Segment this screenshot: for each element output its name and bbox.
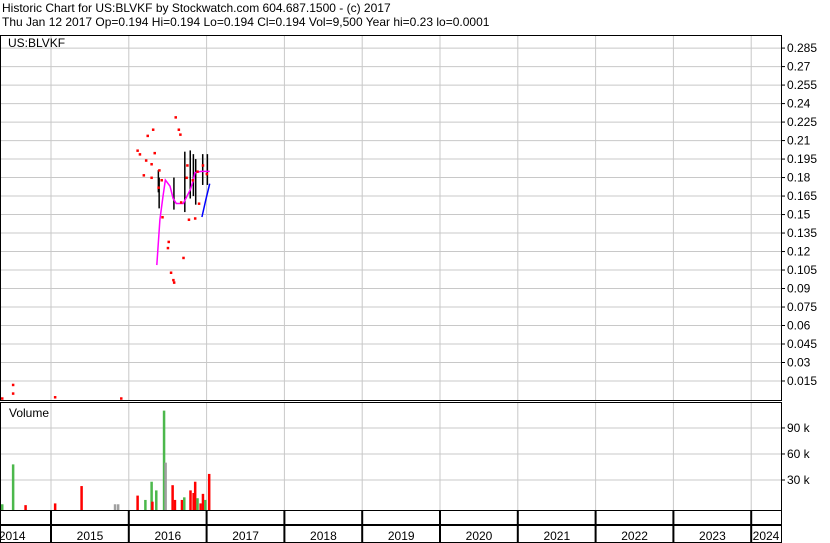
- year-label: 2018: [310, 529, 337, 543]
- price-tick-label: 0.12: [787, 245, 811, 259]
- price-point: [150, 162, 153, 166]
- price-point: [196, 170, 199, 173]
- volume-bar: [113, 504, 117, 510]
- price-tick-label: 0.09: [787, 282, 811, 296]
- price-point: [185, 176, 188, 180]
- price-tick-label: 0.195: [787, 152, 817, 166]
- price-point: [144, 159, 148, 162]
- price-tick-label: 0.15: [787, 208, 811, 222]
- volume-bar: [183, 497, 186, 510]
- price-point: [201, 164, 205, 167]
- volume-tick-label: 90 k: [787, 421, 811, 435]
- price-tick-label: 0.135: [787, 226, 817, 240]
- year-label: 2014: [0, 529, 26, 543]
- price-tick-label: 0.045: [787, 337, 817, 351]
- year-label: 2015: [77, 529, 104, 543]
- year-label: 2024: [753, 529, 780, 543]
- price-tick-label: 0.255: [787, 78, 817, 92]
- year-label: 2021: [543, 529, 570, 543]
- year-label: 2019: [388, 529, 415, 543]
- price-tick-label: 0.27: [787, 60, 811, 74]
- price-point: [167, 240, 170, 244]
- volume-bar: [24, 505, 27, 510]
- price-tick-label: 0.075: [787, 300, 817, 314]
- price-panel: [0, 35, 782, 401]
- volume-bar: [189, 490, 192, 510]
- price-tick-label: 0.225: [787, 115, 817, 129]
- volume-bar: [0, 504, 4, 510]
- volume-bar: [116, 504, 120, 510]
- price-point: [138, 153, 142, 156]
- volume-tick-label: 30 k: [787, 473, 811, 487]
- volume-bar: [136, 495, 139, 510]
- price-point: [193, 217, 197, 220]
- volume-bar: [164, 462, 167, 510]
- price-point: [182, 256, 185, 260]
- volume-bar: [11, 464, 15, 510]
- volume-bar: [199, 503, 202, 510]
- price-point: [191, 179, 195, 182]
- volume-bar: [196, 498, 199, 510]
- price-point: [120, 397, 123, 400]
- volume-bar: [144, 499, 147, 510]
- price-point: [157, 186, 160, 189]
- volume-label: Volume: [9, 406, 49, 420]
- volume-bar: [193, 481, 197, 510]
- price-tick-label: 0.03: [787, 356, 811, 370]
- year-label: 2023: [699, 529, 726, 543]
- volume-bar: [207, 473, 211, 510]
- price-point: [186, 164, 189, 167]
- price-point: [172, 278, 175, 282]
- price-point: [142, 174, 146, 177]
- volume-panel: [0, 402, 782, 511]
- price-point: [179, 201, 183, 204]
- price-point: [151, 128, 155, 131]
- price-tick-label: 0.105: [787, 263, 817, 277]
- year-label: 2022: [621, 529, 648, 543]
- volume-bar: [155, 490, 158, 510]
- price-point: [187, 218, 191, 221]
- stock-chart: 2014 2015 2016 2017 2018 2019 2020 2021 2022 2023…: [0, 35, 817, 543]
- price-point: [169, 271, 173, 274]
- price-point: [0, 397, 4, 400]
- price-tick-label: 0.06: [787, 319, 811, 333]
- price-point: [177, 128, 181, 131]
- price-point: [153, 151, 156, 155]
- price-point: [158, 169, 161, 172]
- price-point: [179, 133, 182, 136]
- volume-bar: [80, 486, 83, 510]
- volume-bar: [53, 503, 57, 510]
- price-point: [11, 392, 15, 395]
- price-point: [146, 134, 149, 138]
- volume-bar: [201, 493, 205, 510]
- price-tick-label: 0.24: [787, 97, 811, 111]
- price-tick-label: 0.285: [787, 41, 817, 55]
- price-point: [172, 281, 176, 284]
- moving-average-line-2: [201, 183, 211, 218]
- price-tick-label: 0.165: [787, 189, 817, 203]
- price-tick-label: 0.18: [787, 171, 811, 185]
- price-point: [160, 179, 163, 182]
- price-point: [11, 383, 15, 387]
- price-point: [174, 116, 177, 119]
- symbol-label: US:BLVKF: [8, 36, 65, 50]
- price-tick-label: 0.015: [787, 374, 817, 388]
- price-point: [53, 396, 57, 399]
- price-point: [197, 202, 201, 205]
- year-label: 2017: [232, 529, 259, 543]
- volume-bar: [180, 499, 184, 510]
- price-point: [166, 246, 170, 250]
- year-label: 2016: [154, 529, 181, 543]
- year-label: 2020: [466, 529, 493, 543]
- volume-bar: [171, 485, 174, 510]
- price-point: [150, 176, 153, 180]
- price-tick-label: 0.21: [787, 134, 811, 148]
- volume-tick-label: 60 k: [787, 447, 811, 461]
- volume-bar: [173, 499, 177, 510]
- volume-bar: [151, 501, 154, 510]
- price-point: [136, 149, 139, 152]
- volume-bar: [204, 499, 207, 510]
- price-point: [161, 216, 164, 219]
- price-point: [205, 172, 209, 176]
